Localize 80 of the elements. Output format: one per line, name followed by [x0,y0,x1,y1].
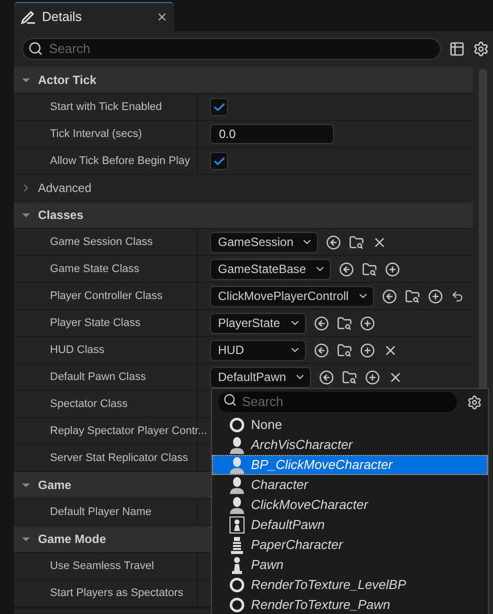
search-icon [223,393,237,407]
search-icon [28,41,43,56]
section-title[interactable]: Game [38,476,72,494]
search-field[interactable]: Search [22,38,441,60]
add-icon[interactable] [360,316,375,330]
checkbox[interactable] [210,98,228,116]
class-option[interactable]: RenderToTexture_LevelBP [212,575,488,595]
ring-icon [229,577,245,593]
person-icon [229,456,245,474]
property-label: Start Players as Spectators [50,586,184,601]
class-dropdown[interactable]: DefaultPawn [210,366,312,388]
property-label: Start with Tick Enabled [50,100,162,115]
class-option[interactable]: DefaultPawn [212,515,488,535]
property-label: Server Stat Replicator Class [50,450,188,466]
check-icon [212,100,226,114]
use-selected-icon[interactable] [314,316,329,330]
tab-title: Details [42,8,83,26]
class-option[interactable]: ArchVisCharacter [212,435,488,455]
folder-search-icon[interactable] [337,342,352,358]
add-icon[interactable] [428,288,443,304]
property-label: Default Pawn Class [50,370,146,385]
pencil-icon [20,9,36,25]
check-icon [212,154,226,168]
person-icon [229,476,245,494]
table-icon[interactable] [449,41,465,57]
add-icon[interactable] [365,370,380,384]
property-label: HUD Class [50,342,104,358]
person-icon [229,436,245,454]
class-dropdown[interactable]: HUD [210,340,306,360]
property-label: Default Player Name [50,504,152,520]
class-dropdown[interactable]: GameSession [210,232,318,252]
close-icon[interactable] [156,11,168,23]
property-label: Replay Spectator Player Contr... [50,424,208,439]
class-dropdown[interactable]: PlayerState [210,312,306,334]
search-field[interactable]: Search [218,392,457,412]
class-option[interactable]: BP_ClickMoveCharacter [212,455,488,475]
class-option[interactable]: Character [212,475,488,495]
pawn-frame-icon [229,516,245,534]
person-icon [229,496,245,514]
section-title[interactable]: Actor Tick [38,71,96,89]
group-label[interactable]: Advanced [38,179,92,197]
folder-search-icon[interactable] [337,316,352,330]
property-label: Use Seamless Travel [50,558,154,574]
section-title[interactable]: Classes [38,206,84,224]
use-selected-icon[interactable] [382,288,397,304]
property-label: Player Controller Class [50,288,162,304]
use-selected-icon[interactable] [314,342,329,358]
add-icon[interactable] [385,262,400,276]
class-option[interactable]: RenderToTexture_Pawn [212,595,488,614]
property-label: Tick Interval (secs) [50,126,142,142]
checkbox[interactable] [210,152,228,170]
add-icon[interactable] [360,342,375,358]
property-label: Allow Tick Before Begin Play [50,154,190,169]
class-option[interactable]: Pawn [212,555,488,575]
figure-icon [229,536,245,554]
folder-search-icon[interactable] [362,262,378,276]
use-selected-icon[interactable] [326,234,342,250]
property-label: Spectator Class [50,396,128,412]
settings-icon[interactable] [467,394,482,410]
property-label: Game State Class [50,262,140,277]
folder-search-icon[interactable] [342,370,358,384]
section-title[interactable]: Game Mode [38,530,106,548]
pawn-icon [229,556,245,574]
use-selected-icon[interactable] [319,370,334,384]
reset-icon[interactable] [450,290,464,302]
folder-search-icon[interactable] [349,234,364,250]
use-selected-icon[interactable] [339,262,354,276]
number-field[interactable]: 0.0 [210,124,334,144]
property-label: Player State Class [50,316,140,331]
property-label: Game Session Class [50,234,153,250]
class-dropdown[interactable]: GameStateBase [210,258,332,280]
class-option[interactable]: None [212,415,488,435]
class-option[interactable]: PaperCharacter [212,535,488,555]
settings-icon[interactable] [473,41,489,57]
ring-icon [229,597,245,613]
class-option[interactable]: ClickMoveCharacter [212,495,488,515]
folder-search-icon[interactable] [404,288,420,304]
class-dropdown[interactable]: ClickMovePlayerControll [210,286,374,306]
details-tab[interactable]: Details [14,2,174,31]
ring-icon [229,417,245,433]
